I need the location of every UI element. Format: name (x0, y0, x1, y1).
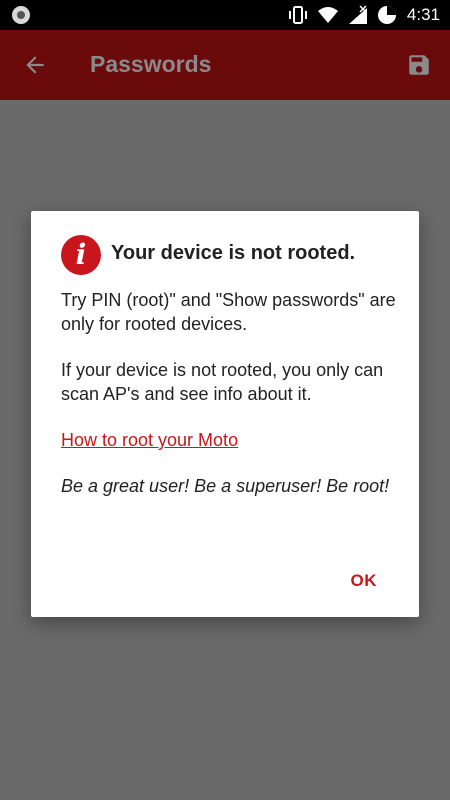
battery-icon (377, 6, 396, 24)
app-bar: Passwords (0, 30, 450, 100)
wifi-icon (317, 7, 338, 23)
dialog-paragraph-2: If your device is not rooted, you only c… (61, 360, 384, 404)
dialog-body: Try PIN (root)" and "Show passwords" are… (61, 288, 401, 520)
how-to-root-link[interactable]: How to root your Moto (61, 430, 238, 450)
save-icon[interactable] (406, 52, 432, 78)
arrow-left-icon[interactable] (22, 52, 48, 78)
dialog-paragraph-1: Try PIN (root)" and "Show passwords" are… (61, 290, 396, 334)
signal-off-icon (348, 5, 367, 24)
not-rooted-dialog: i Your device is not rooted. Try PIN (ro… (31, 211, 419, 617)
dialog-closing-text: Be a great user! Be a superuser! Be root… (61, 476, 390, 496)
dialog-title: Your device is not rooted. (111, 242, 356, 264)
status-right-cluster: 4:31 (287, 0, 440, 30)
status-time: 4:31 (406, 5, 440, 24)
vibrate-icon (288, 6, 307, 24)
info-icon: i (61, 235, 101, 275)
status-bar: 4:31 (0, 0, 450, 30)
ok-button[interactable]: OK (351, 571, 378, 591)
app-notification-icon (12, 6, 30, 24)
app-title: Passwords (90, 51, 212, 77)
